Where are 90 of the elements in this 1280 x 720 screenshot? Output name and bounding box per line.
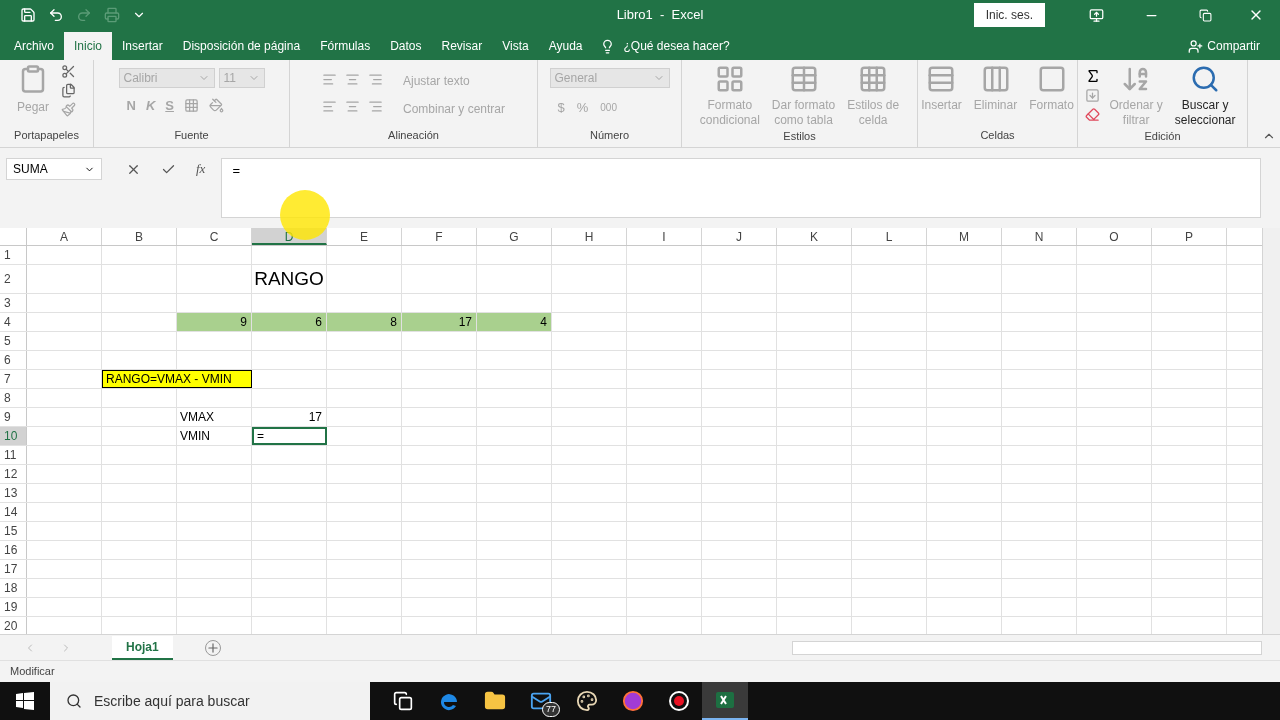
column-header[interactable]: G	[477, 228, 552, 245]
table-cell[interactable]: 17	[252, 408, 327, 426]
highlighted-cell[interactable]: RANGO=VMAX - VMIN	[102, 370, 252, 388]
group-label: Fuente	[173, 127, 210, 143]
table-cell[interactable]: 8	[327, 313, 402, 331]
row-header[interactable]: 1	[0, 246, 27, 264]
row-header[interactable]: 5	[0, 332, 27, 350]
table-cell[interactable]: 6	[252, 313, 327, 331]
windows-icon[interactable]	[16, 692, 34, 710]
palette-icon	[576, 690, 598, 712]
row-header[interactable]: 2	[0, 265, 27, 293]
column-header[interactable]: M	[927, 228, 1002, 245]
ribbon-tab[interactable]: Disposición de página	[172, 32, 311, 60]
group-label: Número	[588, 127, 631, 143]
taskbar-app[interactable]: 77	[518, 682, 564, 720]
column-header[interactable]: F	[402, 228, 477, 245]
record-icon	[668, 690, 690, 712]
copy-icon[interactable]	[61, 83, 76, 98]
row-header[interactable]: 9	[0, 408, 27, 426]
restore-icon[interactable]	[1199, 8, 1212, 22]
group-label: Edición	[1143, 129, 1182, 144]
insert-function-button[interactable]: fx	[196, 159, 206, 179]
user-icon	[1188, 38, 1204, 54]
cut-icon[interactable]	[61, 64, 76, 79]
save-icon[interactable]	[20, 7, 36, 23]
column-header[interactable]: J	[702, 228, 777, 245]
ribbon-tab[interactable]: Insertar	[112, 32, 173, 60]
folder-icon	[484, 690, 506, 712]
group-label: Portapapeles	[13, 127, 80, 143]
ribbon-tab[interactable]: Ayuda	[538, 32, 593, 60]
ribbon-tab[interactable]: Inicio	[64, 32, 113, 60]
name-box[interactable]: SUMA	[6, 158, 102, 180]
sheet-tab[interactable]: Hoja1	[112, 635, 173, 660]
column-header[interactable]: H	[552, 228, 627, 245]
row-header[interactable]: 3	[0, 294, 27, 312]
row-header[interactable]: 15	[0, 522, 27, 540]
row-header[interactable]: 4	[0, 313, 27, 331]
column-header[interactable]: O	[1077, 228, 1152, 245]
table-cell[interactable]: 9	[177, 313, 252, 331]
ribbon-tab[interactable]: Vista	[492, 32, 539, 60]
table-cell[interactable]: VMAX	[177, 408, 252, 426]
column-header[interactable]: A	[27, 228, 102, 245]
row-header[interactable]: 18	[0, 579, 27, 597]
search-icon	[66, 693, 82, 709]
sign-in-button[interactable]: Inic. ses.	[973, 3, 1045, 27]
ribbon-tab[interactable]: Archivo	[4, 32, 64, 60]
row-header[interactable]: 16	[0, 541, 27, 559]
tell-me-field[interactable]: ¿Qué desea hacer?	[623, 37, 730, 55]
ribbon-display-icon[interactable]	[1089, 7, 1104, 23]
ribbon-tab[interactable]: Fórmulas	[310, 32, 381, 60]
vertical-scrollbar[interactable]	[1262, 228, 1280, 634]
count-badge: 77	[542, 701, 560, 717]
ribbon-button[interactable]: Buscar y seleccionar	[1170, 64, 1240, 128]
undo-icon[interactable]	[48, 7, 64, 23]
table-cell[interactable]: 17	[402, 313, 477, 331]
window-title: Libro1 - Excel	[615, 6, 705, 25]
share-button[interactable]: Compartir	[1188, 32, 1280, 60]
table-cell[interactable]: RANGO	[252, 265, 327, 293]
column-header[interactable]: B	[102, 228, 177, 245]
ribbon-tab[interactable]: Revisar	[431, 32, 493, 60]
status-text: Modificar	[10, 664, 55, 680]
row-header[interactable]: 13	[0, 484, 27, 502]
row-header[interactable]: 7	[0, 370, 27, 388]
task-view-icon	[393, 691, 413, 711]
horizontal-scrollbar[interactable]	[792, 640, 1262, 655]
table-cell[interactable]: =	[252, 427, 327, 445]
row-header[interactable]: 19	[0, 598, 27, 616]
group-label: Celdas	[979, 127, 1016, 143]
column-header[interactable]: L	[852, 228, 927, 245]
group-label: Alineación	[387, 127, 440, 143]
row-header[interactable]: 6	[0, 351, 27, 369]
column-header[interactable]: K	[777, 228, 852, 245]
ribbon-tab[interactable]: Datos	[380, 32, 432, 60]
search-field[interactable]: Escribe aquí para buscar	[50, 682, 370, 720]
column-header[interactable]: I	[627, 228, 702, 245]
group-label: Estilos	[782, 129, 817, 144]
column-header[interactable]: P	[1152, 228, 1227, 245]
row-header[interactable]: 11	[0, 446, 27, 464]
row-header[interactable]: 8	[0, 389, 27, 407]
formula-input[interactable]: =	[221, 158, 1262, 218]
fill-color-icon[interactable]	[208, 98, 224, 114]
eraser-icon[interactable]	[1085, 107, 1101, 122]
column-header[interactable]: N	[1002, 228, 1077, 245]
spreadsheet-icon	[714, 689, 736, 711]
table-cell[interactable]: 4	[477, 313, 552, 331]
row-header[interactable]: 12	[0, 465, 27, 483]
row-header[interactable]: 10	[0, 427, 27, 445]
row-header[interactable]: 17	[0, 560, 27, 578]
row-header[interactable]: 14	[0, 503, 27, 521]
column-header[interactable]: E	[327, 228, 402, 245]
